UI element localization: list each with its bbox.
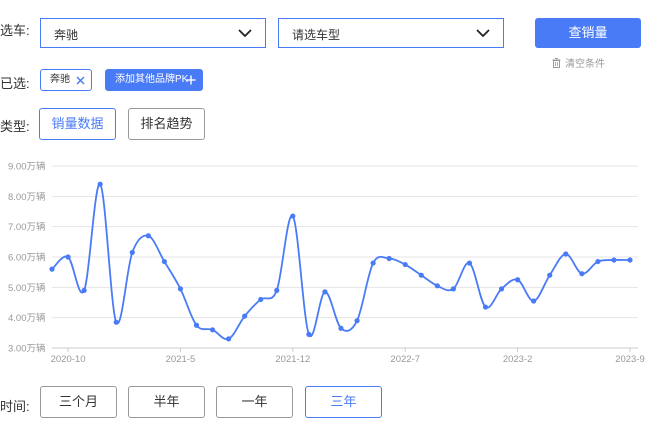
data-point: [81, 287, 87, 293]
x-tick-label: 2020-10: [51, 354, 86, 365]
car-select-label: 选车:: [0, 23, 30, 38]
x-tick-label: 2021-12: [275, 354, 310, 365]
data-point: [161, 258, 167, 265]
data-point: [209, 327, 216, 333]
sales-line-chart: 3.00万辆 4.00万辆 5.00万辆 6.00万辆 7.00万辆 8.00万辆 9.00…: [8, 161, 645, 366]
data-point: [370, 260, 376, 266]
time-1-year-button[interactable]: 一年: [216, 386, 293, 418]
data-point: [193, 322, 200, 328]
data-point: [466, 260, 473, 266]
brand-select[interactable]: 奔驰: [40, 18, 266, 48]
x-tick-label: 2023-2: [503, 354, 533, 365]
add-brand-pk-label: 添加其他品牌PK: [115, 74, 189, 85]
data-point: [434, 283, 440, 289]
data-point: [531, 298, 537, 304]
time-label: 时间:: [0, 399, 30, 414]
y-tick-label: 9.00万辆: [8, 161, 46, 173]
selected-brand-tag: 奔驰: [40, 69, 92, 91]
data-point: [113, 319, 119, 325]
y-tick-label: 7.00万辆: [8, 221, 46, 233]
data-point: [290, 213, 296, 219]
data-point: [49, 266, 55, 272]
data-point: [450, 286, 456, 292]
type-label: 类型:: [0, 119, 30, 134]
time-3-months-button[interactable]: 三个月: [40, 386, 117, 418]
data-point: [177, 286, 184, 292]
data-point: [65, 254, 71, 260]
model-select[interactable]: 请选车型: [278, 18, 504, 48]
chevron-down-icon: [476, 29, 490, 38]
data-point: [242, 313, 248, 319]
query-sales-button[interactable]: 查销量: [535, 18, 641, 48]
tab-sales-data[interactable]: 销量数据: [39, 108, 116, 140]
trash-icon: [552, 57, 561, 68]
data-point: [418, 272, 424, 278]
data-point: [482, 304, 489, 310]
time-half-year-button[interactable]: 半年: [128, 386, 205, 418]
data-point: [338, 325, 344, 331]
chevron-down-icon: [238, 29, 252, 38]
data-point: [258, 296, 264, 303]
data-point: [226, 336, 232, 342]
x-tick-label: 2022-7: [390, 354, 420, 365]
data-point: [515, 277, 521, 283]
data-point: [563, 251, 569, 257]
sales-series-line: [51, 183, 631, 341]
data-point: [611, 257, 617, 263]
data-point: [595, 258, 601, 265]
data-point: [97, 181, 103, 187]
y-tick-label: 6.00万辆: [8, 252, 46, 264]
x-tick-label: 2021-5: [166, 354, 196, 365]
data-point: [547, 272, 553, 278]
data-point: [322, 289, 328, 295]
y-tick-label: 4.00万辆: [8, 312, 46, 324]
selected-brand-tag-label: 奔驰: [50, 74, 70, 85]
x-tick-label: 2023-9: [615, 354, 645, 365]
data-point: [354, 318, 360, 324]
selected-label: 已选:: [0, 76, 30, 91]
data-point: [274, 287, 280, 293]
data-point: [579, 271, 585, 277]
y-tick-label: 3.00万辆: [8, 343, 46, 355]
close-icon[interactable]: [76, 76, 85, 85]
y-tick-label: 8.00万辆: [8, 191, 46, 203]
plus-icon: [186, 75, 196, 85]
clear-conditions-button[interactable]: 清空条件: [552, 55, 605, 70]
brand-select-value: 奔驰: [54, 28, 79, 42]
y-tick-label: 5.00万辆: [8, 282, 46, 294]
model-select-placeholder: 请选车型: [292, 28, 341, 42]
time-3-years-button[interactable]: 三年: [305, 386, 382, 418]
add-brand-pk-button[interactable]: 添加其他品牌PK: [105, 69, 203, 91]
data-point: [145, 233, 151, 239]
clear-conditions-label: 清空条件: [565, 59, 605, 70]
data-point: [402, 261, 408, 268]
data-point: [627, 257, 633, 263]
data-point: [306, 331, 312, 337]
data-point: [129, 249, 135, 256]
tab-ranking-trend[interactable]: 排名趋势: [128, 108, 205, 140]
data-point: [498, 286, 505, 292]
data-point: [386, 255, 392, 262]
